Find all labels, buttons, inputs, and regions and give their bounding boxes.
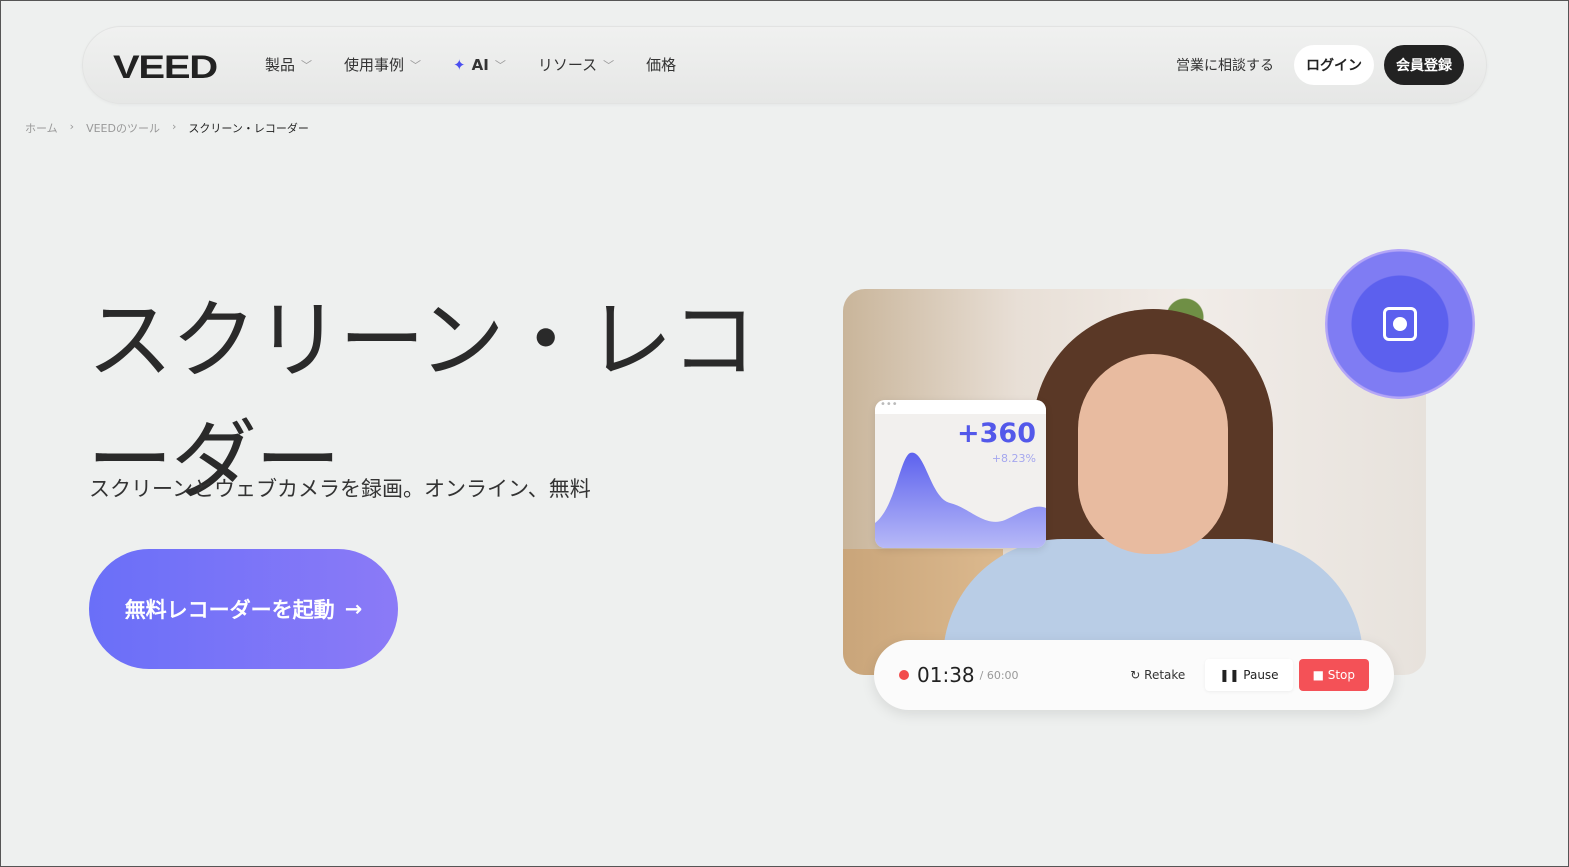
chevron-down-icon: ﹀ xyxy=(410,58,422,72)
stat-value: +360 xyxy=(957,418,1036,449)
stats-widget: ••• +360 +8.23% xyxy=(875,400,1046,548)
chevron-right-icon: › xyxy=(69,120,75,133)
person-face xyxy=(1078,354,1228,554)
breadcrumb: ホーム › VEEDのツール › スクリーン・レコーダー xyxy=(25,120,309,136)
hero-subtitle: スクリーンとウェブカメラを録画。オンライン、無料 xyxy=(89,477,591,501)
nav-use-cases[interactable]: 使用事例 ﹀ xyxy=(344,54,421,75)
retake-icon: ↻ xyxy=(1130,668,1145,682)
chevron-down-icon: ﹀ xyxy=(603,58,615,72)
stop-icon: ■ xyxy=(1312,668,1328,682)
recording-dot-icon xyxy=(899,670,909,680)
contact-sales-link[interactable]: 営業に相談する xyxy=(1176,55,1274,75)
chevron-down-icon: ﹀ xyxy=(494,58,506,72)
pause-icon: ❚❚ xyxy=(1219,668,1244,682)
chevron-down-icon: ﹀ xyxy=(301,58,313,72)
screen-record-button[interactable] xyxy=(1325,249,1475,399)
stop-button[interactable]: ■ Stop xyxy=(1298,659,1369,691)
breadcrumb-tools[interactable]: VEEDのツール xyxy=(86,120,160,136)
nav-label: 製品 xyxy=(265,56,296,74)
arrow-right-icon: → xyxy=(344,597,363,621)
elapsed-time: 01:38 xyxy=(917,663,975,687)
pause-button[interactable]: ❚❚ Pause xyxy=(1205,659,1293,691)
pause-label: Pause xyxy=(1243,668,1279,682)
nav-label: AI xyxy=(471,55,489,74)
area-chart-shape xyxy=(875,452,1046,548)
nav-label: リソース xyxy=(537,56,598,74)
area-chart xyxy=(875,452,1046,548)
login-button[interactable]: ログイン xyxy=(1294,45,1374,85)
window-dots: ••• xyxy=(875,400,1046,414)
chevron-right-icon: › xyxy=(171,120,177,133)
nav-menu: 製品 ﹀ 使用事例 ﹀ ✦ AI ﹀ リソース ﹀ 価格 xyxy=(265,54,676,75)
signup-button[interactable]: 会員登録 xyxy=(1384,45,1464,85)
retake-label: Retake xyxy=(1144,668,1186,682)
nav-resources[interactable]: リソース ﹀ xyxy=(538,54,614,75)
sparkle-icon: ✦ xyxy=(453,55,466,74)
launch-recorder-button[interactable]: 無料レコーダーを起動 → xyxy=(89,549,398,669)
nav-label: 使用事例 xyxy=(344,56,405,74)
nav-pricing[interactable]: 価格 xyxy=(646,54,676,75)
nav-products[interactable]: 製品 ﹀ xyxy=(265,54,312,75)
stop-label: Stop xyxy=(1327,668,1355,682)
nav-ai[interactable]: ✦ AI ﹀ xyxy=(453,54,506,75)
breadcrumb-home[interactable]: ホーム xyxy=(25,120,58,136)
top-nav: VEED 製品 ﹀ 使用事例 ﹀ ✦ AI ﹀ リソース ﹀ 価格 営業に相談する ログイ… xyxy=(82,26,1487,104)
nav-actions: 営業に相談する ログイン 会員登録 xyxy=(1176,45,1464,85)
breadcrumb-current: スクリーン・レコーダー xyxy=(188,122,309,135)
retake-button[interactable]: ↻ Retake xyxy=(1130,668,1185,682)
veed-logo[interactable]: VEED xyxy=(113,49,218,86)
record-screen-icon xyxy=(1383,307,1417,341)
recorder-controls: 01:38 / 60:00 ↻ Retake ❚❚ Pause ■ Stop xyxy=(874,640,1394,710)
total-time: / 60:00 xyxy=(979,668,1019,682)
cta-label: 無料レコーダーを起動 xyxy=(124,598,335,622)
